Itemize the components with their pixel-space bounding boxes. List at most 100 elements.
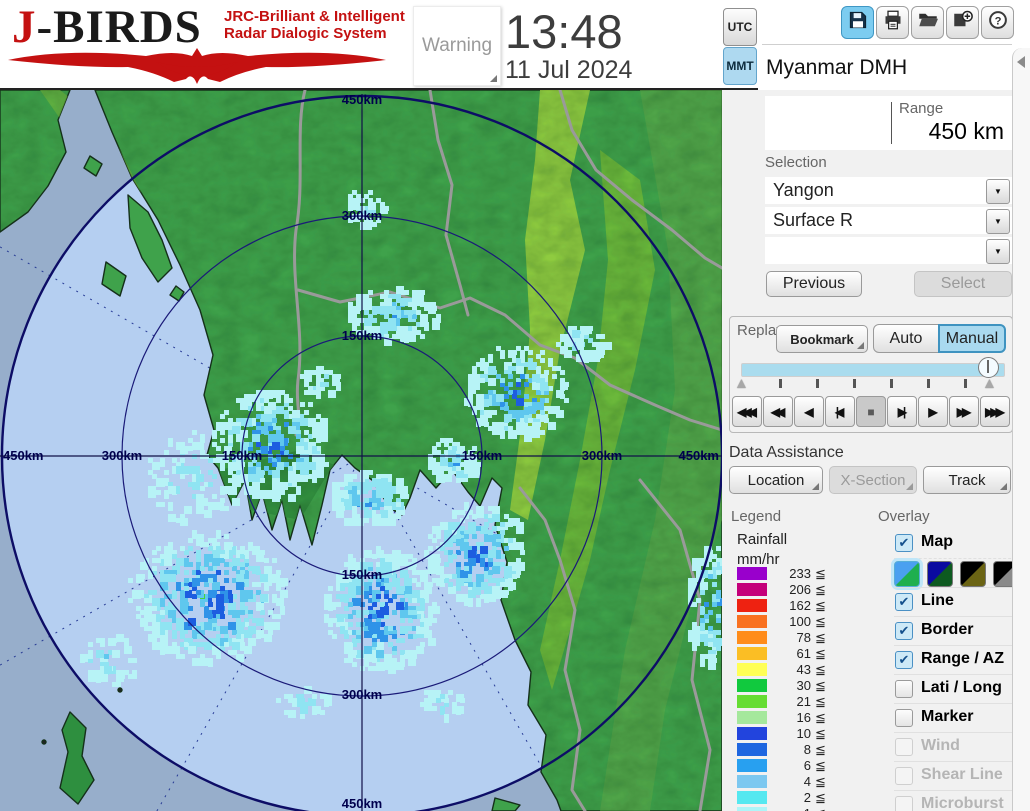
select-button[interactable]: Select	[914, 271, 1012, 297]
checked-checkbox[interactable]: ✔	[895, 622, 913, 640]
mmt-button[interactable]: MMT	[723, 47, 757, 85]
last-frame-button[interactable]: ▶|	[887, 396, 917, 427]
rewind-fast-button[interactable]: ◀◀◀	[732, 396, 762, 427]
legend-swatch	[737, 615, 767, 628]
stop-icon: ■	[867, 404, 875, 419]
legend-lte-symbol: ≦	[815, 662, 826, 677]
checked-checkbox[interactable]: ✔	[895, 593, 913, 611]
first-frame-icon: |◀	[835, 404, 844, 419]
legend-swatch	[737, 647, 767, 660]
warning-button[interactable]: Warning	[413, 6, 501, 86]
collapse-panel-icon[interactable]	[1017, 56, 1025, 68]
stop-button[interactable]: ■	[856, 396, 886, 427]
legend-value: 4	[803, 774, 811, 789]
add-image-button[interactable]	[946, 6, 979, 39]
bookmark-label: Bookmark	[790, 331, 854, 347]
forward-icon: ▶▶	[956, 404, 972, 419]
checked-checkbox[interactable]: ✔	[895, 651, 913, 669]
legend-value: 1	[769, 806, 811, 811]
selection-dropdown-2[interactable]: Surface R ▼	[765, 207, 1012, 234]
legend-value: 30	[796, 678, 811, 693]
legend-swatch	[737, 791, 767, 804]
legend-value: 100	[789, 614, 811, 629]
manual-button[interactable]: Manual	[938, 324, 1006, 353]
warning-label: Warning	[421, 35, 493, 56]
slider-tick	[890, 379, 893, 388]
chevron-down-icon[interactable]: ▼	[986, 239, 1010, 264]
checked-checkbox[interactable]: ✔	[895, 534, 913, 552]
selection-dropdown-3[interactable]: ▼	[765, 237, 1012, 264]
range-ring-label: 450km	[3, 448, 43, 463]
location-button[interactable]: Location	[729, 466, 823, 494]
overlay-item-label: Microburst	[921, 795, 1004, 811]
help-button[interactable]: ?	[981, 6, 1014, 39]
selection-label: Selection	[765, 154, 827, 171]
first-frame-button[interactable]: |◀	[825, 396, 855, 427]
legend-lte-symbol: ≦	[815, 774, 826, 789]
range-ring-label: 300km	[102, 448, 142, 463]
range-ring-label: 450km	[342, 796, 382, 811]
rewind-icon: ◀◀	[770, 404, 786, 419]
svg-text:?: ?	[994, 15, 1001, 27]
legend-value: 2	[803, 790, 811, 805]
panel-splitter[interactable]	[1012, 48, 1030, 811]
slider-end-marker[interactable]: ▲	[982, 375, 997, 392]
utc-button[interactable]: UTC	[723, 8, 757, 46]
play-icon: ▶	[928, 404, 937, 419]
legend-swatch	[737, 759, 767, 772]
replay-group: Replay Bookmark Auto Manual ▲ ▲ ◀◀◀ ◀◀ ◀ |◀…	[729, 316, 1013, 433]
open-folder-button[interactable]	[911, 6, 944, 39]
unchecked-checkbox[interactable]	[895, 796, 913, 811]
overlay-row-marker: Marker	[894, 703, 1026, 732]
slider-start-marker[interactable]: ▲	[734, 375, 749, 392]
forward-button[interactable]: ▶▶	[949, 396, 979, 427]
save-button[interactable]	[841, 6, 874, 39]
overlay-row-border: ✔ Border	[894, 616, 1026, 645]
button-label: X-Section	[840, 471, 906, 489]
map-scheme-1-selected[interactable]	[894, 561, 920, 587]
unchecked-checkbox[interactable]	[895, 709, 913, 727]
selection-dropdown-1[interactable]: Yangon ▼	[765, 177, 1012, 204]
legend-lte-symbol: ≦	[815, 630, 826, 645]
manual-label: Manual	[945, 329, 999, 347]
auto-button[interactable]: Auto	[873, 324, 939, 353]
unchecked-checkbox[interactable]	[895, 680, 913, 698]
legend-swatch	[737, 679, 767, 692]
replay-slider-track[interactable]	[741, 363, 1005, 377]
legend-label: Legend	[731, 508, 782, 525]
range-divider	[891, 102, 892, 144]
legend-value: 8	[803, 742, 811, 757]
dropdown-value: Yangon	[773, 180, 834, 200]
unchecked-checkbox[interactable]	[895, 767, 913, 785]
unchecked-checkbox[interactable]	[895, 738, 913, 756]
legend-swatch	[737, 775, 767, 788]
forward-fast-button[interactable]: ▶▶▶	[980, 396, 1010, 427]
toolbar-separator	[762, 44, 1012, 45]
station-field[interactable]: Myanmar DMH	[762, 46, 1012, 90]
chevron-down-icon[interactable]: ▼	[986, 179, 1010, 204]
legend-value: 206	[789, 582, 811, 597]
overlay-label: Overlay	[878, 508, 930, 525]
legend-swatch	[737, 631, 767, 644]
play-button[interactable]: ▶	[918, 396, 948, 427]
legend-swatch	[737, 727, 767, 740]
track-button[interactable]: Track	[923, 466, 1011, 494]
radar-map[interactable]: 450km 300km 150km 150km 300km 450km 450km 300km…	[0, 90, 722, 811]
x-section-button[interactable]: X-Section	[829, 466, 917, 494]
bookmark-button[interactable]: Bookmark	[776, 325, 868, 353]
step-back-button[interactable]: ◀	[794, 396, 824, 427]
rewind-button[interactable]: ◀◀	[763, 396, 793, 427]
map-scheme-3[interactable]	[960, 561, 986, 587]
overlay-item-label: Marker	[921, 708, 974, 725]
previous-label: Previous	[782, 275, 846, 292]
chevron-down-icon[interactable]: ▼	[986, 209, 1010, 234]
range-ring-label: 150km	[222, 448, 262, 463]
eagle-logo-icon	[8, 48, 386, 84]
map-scheme-2[interactable]	[927, 561, 953, 587]
range-ring-label: 150km	[342, 567, 382, 582]
print-button[interactable]	[876, 6, 909, 39]
legend-swatch	[737, 695, 767, 708]
previous-button[interactable]: Previous	[766, 271, 862, 297]
overlay-item-label: Wind	[921, 737, 960, 754]
legend-swatch	[737, 567, 767, 580]
